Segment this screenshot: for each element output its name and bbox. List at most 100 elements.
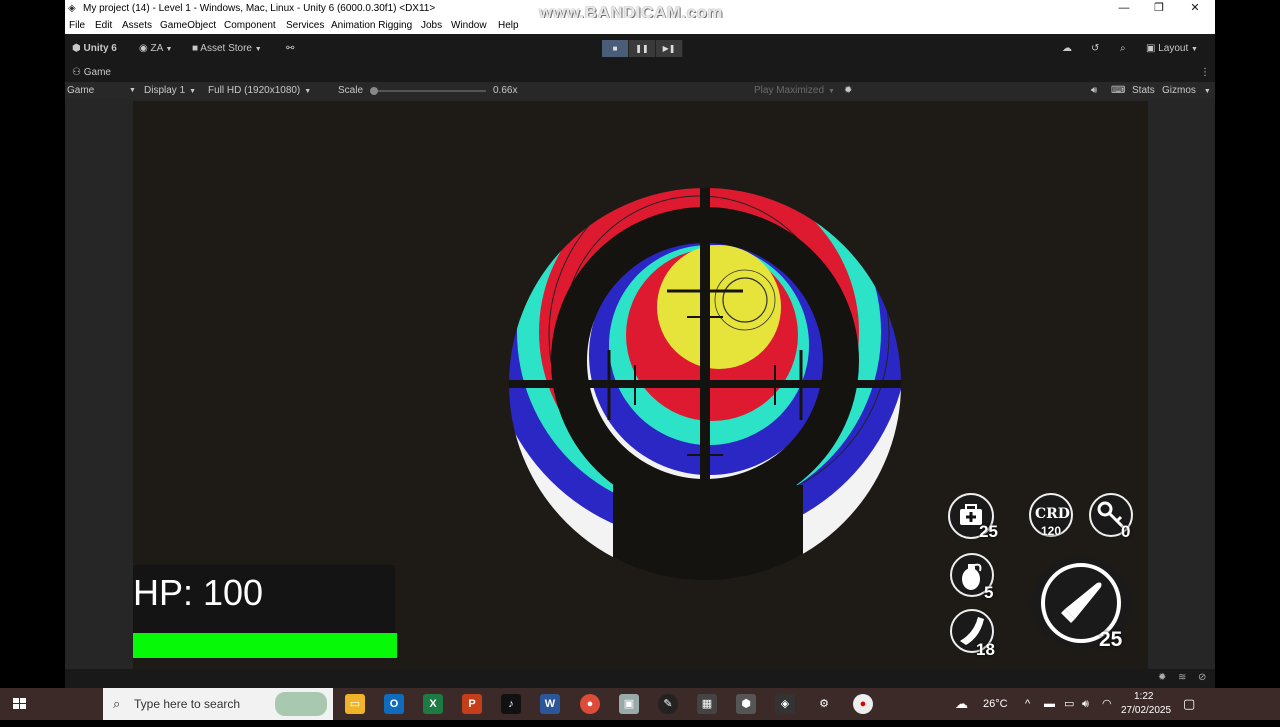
check-icon[interactable]: ⊘ bbox=[1198, 672, 1206, 683]
step-button[interactable]: ▶❚ bbox=[656, 40, 683, 57]
debug-icon[interactable]: ✹ bbox=[1158, 672, 1166, 683]
bandicam-record-icon[interactable]: ● bbox=[853, 694, 873, 714]
outlook-icon[interactable]: O bbox=[384, 694, 404, 714]
unity-hub-icon[interactable]: ⬢ bbox=[736, 694, 756, 714]
game-view-toolbar: Game ▼ Display 1 ▼ Full HD (1920x1080) ▼ Sc… bbox=[65, 82, 1215, 99]
card-count: 120 bbox=[1041, 524, 1062, 538]
weather-icon[interactable]: ☁ bbox=[955, 688, 968, 720]
unity-editor-window: ◈ My project (14) - Level 1 - Windows, M… bbox=[65, 0, 1215, 688]
scale-value: 0.66x bbox=[493, 85, 518, 96]
grenade-count: 5 bbox=[984, 583, 994, 602]
version-control-icon[interactable]: ⚯ bbox=[286, 42, 294, 56]
inkscape-icon[interactable]: ✎ bbox=[658, 694, 678, 714]
chevron-down-icon: ▼ bbox=[129, 87, 136, 94]
mute-audio-icon[interactable]: 🔊︎ bbox=[1091, 82, 1097, 99]
tab-game[interactable]: ⚇ Game bbox=[72, 64, 111, 82]
wifi-icon[interactable]: ◠ bbox=[1102, 688, 1112, 720]
network-icon[interactable]: ▬ bbox=[1044, 688, 1055, 720]
game-tab-row: ⚇ Game ⋮ bbox=[65, 64, 1215, 82]
tray-overflow-icon[interactable]: ^ bbox=[1025, 688, 1030, 720]
tiktok-icon[interactable]: ♪ bbox=[501, 694, 521, 714]
menu-animation-rigging[interactable]: Animation Rigging bbox=[331, 18, 412, 34]
more-options-icon[interactable]: ⋮ bbox=[1200, 64, 1210, 82]
search-highlight-icon bbox=[275, 692, 327, 716]
window-title: My project (14) - Level 1 - Windows, Mac… bbox=[83, 3, 436, 14]
history-icon[interactable]: ↺ bbox=[1091, 42, 1099, 56]
excel-icon[interactable]: X bbox=[423, 694, 443, 714]
hp-bar bbox=[133, 633, 397, 658]
search-icon[interactable]: ⌕ bbox=[1120, 42, 1126, 56]
medkit-count: 25 bbox=[979, 522, 998, 541]
chrome-icon[interactable]: ● bbox=[580, 694, 600, 714]
taskbar-search-input[interactable]: ⌕ Type here to search bbox=[103, 688, 333, 720]
menu-help[interactable]: Help bbox=[498, 18, 519, 34]
ammo-count: 25 bbox=[1099, 628, 1123, 651]
menu-services[interactable]: Services bbox=[286, 18, 324, 34]
start-button[interactable] bbox=[0, 688, 40, 720]
scale-slider-knob[interactable] bbox=[370, 87, 378, 95]
mode-dropdown[interactable]: Game ▼ bbox=[67, 82, 136, 99]
title-bar: ◈ My project (14) - Level 1 - Windows, M… bbox=[65, 0, 1215, 22]
word-icon[interactable]: W bbox=[540, 694, 560, 714]
store-icon[interactable]: ▦ bbox=[697, 694, 717, 714]
photos-icon[interactable]: ▣ bbox=[619, 694, 639, 714]
file-explorer-icon[interactable]: ▭ bbox=[345, 694, 365, 714]
account-icon: ◉ bbox=[139, 43, 148, 54]
restore-button[interactable]: ❐ bbox=[1141, 0, 1177, 18]
gamepad-icon: ⚇ bbox=[72, 67, 81, 78]
pause-button[interactable]: ❚❚ bbox=[629, 40, 656, 57]
layout-dropdown[interactable]: ▣ Layout ▼ bbox=[1146, 42, 1198, 56]
powerpoint-icon[interactable]: P bbox=[462, 694, 482, 714]
menu-edit[interactable]: Edit bbox=[95, 18, 112, 34]
clock-date[interactable]: 27/02/2025 bbox=[1121, 695, 1171, 727]
pause-icon: ❚❚ bbox=[635, 44, 649, 53]
notification-icon[interactable]: ▢ bbox=[1183, 688, 1195, 720]
key-count: 0 bbox=[1121, 522, 1131, 541]
menu-jobs[interactable]: Jobs bbox=[421, 18, 442, 34]
bug-icon[interactable]: ✹ bbox=[844, 82, 852, 99]
unity-editor-icon[interactable]: ◈ bbox=[775, 694, 795, 714]
chevron-down-icon: ▼ bbox=[304, 88, 312, 95]
scope-view bbox=[507, 186, 903, 582]
gizmos-dropdown[interactable]: Gizmos ▼ bbox=[1162, 82, 1211, 100]
chevron-down-icon: ▼ bbox=[1191, 46, 1198, 53]
menu-window[interactable]: Window bbox=[451, 18, 487, 34]
step-icon: ▶❚ bbox=[662, 44, 676, 53]
temperature: 26°C bbox=[983, 698, 1008, 710]
windows-logo-icon bbox=[13, 698, 26, 709]
close-button[interactable]: ✕ bbox=[1177, 0, 1213, 18]
game-viewport[interactable]: HP: 100 25 CRD 120 0 5 18 25 bbox=[133, 101, 1148, 669]
scale-label: Scale bbox=[338, 85, 364, 96]
stop-button[interactable]: ■ bbox=[602, 40, 629, 57]
main-toolbar: ⬢ Unity 6 ◉ ZA ▼ ■ Asset Store ▼ ⚯ ■ ❚❚ … bbox=[65, 34, 1215, 64]
menu-file[interactable]: File bbox=[69, 18, 85, 34]
card-label: CRD bbox=[1035, 506, 1070, 522]
display-dropdown[interactable]: Display 1 ▼ bbox=[144, 82, 196, 100]
menu-gameobject[interactable]: GameObject bbox=[160, 18, 216, 34]
left-letterbox bbox=[0, 0, 65, 688]
menu-assets[interactable]: Assets bbox=[122, 18, 152, 34]
asset-store-dropdown[interactable]: ■ Asset Store ▼ bbox=[192, 42, 262, 56]
layers-icon[interactable]: ≋ bbox=[1178, 672, 1186, 683]
minimize-button[interactable]: — bbox=[1106, 0, 1142, 18]
settings-icon[interactable]: ⚙ bbox=[814, 694, 834, 714]
magazine-count: 18 bbox=[976, 640, 995, 659]
battery-icon[interactable]: ▭ bbox=[1064, 688, 1074, 720]
layout-icon: ▣ bbox=[1146, 43, 1156, 54]
stop-icon: ■ bbox=[612, 44, 618, 53]
resolution-dropdown[interactable]: Full HD (1920x1080) ▼ bbox=[208, 82, 311, 100]
play-controls: ■ ❚❚ ▶❚ bbox=[602, 40, 683, 57]
cloud-icon[interactable]: ☁ bbox=[1062, 42, 1072, 56]
scale-slider[interactable] bbox=[370, 87, 486, 95]
stats-button[interactable]: Stats bbox=[1132, 82, 1155, 99]
menu-component[interactable]: Component bbox=[224, 18, 276, 34]
unity-version-button[interactable]: ⬢ Unity 6 bbox=[72, 42, 117, 56]
unity-cube-icon: ⬢ bbox=[72, 43, 81, 54]
volume-icon[interactable]: 🔊︎ bbox=[1082, 688, 1089, 720]
bullet-icon bbox=[1061, 582, 1102, 623]
keyboard-icon[interactable]: ⌨ bbox=[1111, 82, 1125, 99]
chevron-down-icon: ▼ bbox=[254, 46, 262, 53]
menu-bar: File Edit Assets GameObject Component Se… bbox=[65, 18, 1215, 34]
play-maximized-dropdown[interactable]: Play Maximized ▼ bbox=[754, 82, 835, 100]
account-dropdown[interactable]: ◉ ZA ▼ bbox=[139, 42, 172, 56]
